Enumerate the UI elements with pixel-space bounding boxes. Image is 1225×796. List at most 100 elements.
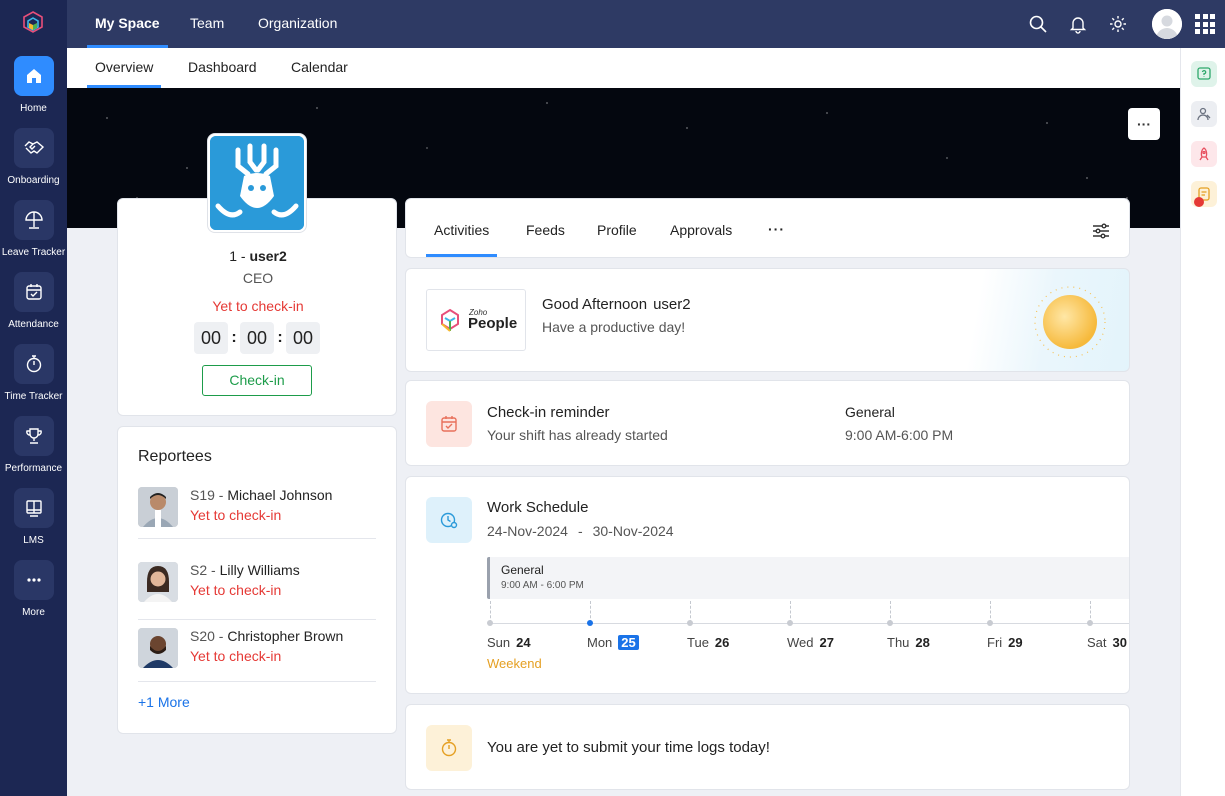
deer-logo-image: [210, 136, 304, 230]
greeting-subtitle: Have a productive day!: [542, 319, 686, 335]
sidebar-item-time-tracker[interactable]: Time Tracker: [0, 344, 67, 414]
help-icon[interactable]: [1191, 61, 1217, 87]
search-icon[interactable]: [1028, 14, 1048, 34]
profile-photo[interactable]: [207, 133, 307, 233]
profile-name: 1 - user2: [118, 248, 398, 264]
reportees-title: Reportees: [138, 448, 212, 465]
sub-navigation: Overview Dashboard Calendar: [67, 48, 1180, 88]
day-mon[interactable]: Mon 25: [587, 635, 639, 650]
tab-approvals[interactable]: Approvals: [670, 199, 732, 257]
tab-dashboard[interactable]: Dashboard: [188, 48, 257, 88]
app-grid-icon[interactable]: [1195, 14, 1215, 34]
contacts-icon[interactable]: [1191, 101, 1217, 127]
reportee-row[interactable]: S19 - Michael Johnson Yet to check-in: [138, 487, 376, 539]
day-tue[interactable]: Tue 26: [687, 635, 729, 650]
timeline-dot: [1087, 620, 1093, 626]
sidebar-item-label: Performance: [4, 463, 63, 474]
sidebar-item-label: Attendance: [8, 319, 59, 330]
weekend-label: Weekend: [487, 656, 542, 671]
gear-icon[interactable]: [1108, 14, 1128, 34]
sidebar-item-label: Onboarding: [7, 175, 60, 186]
tab-activities[interactable]: Activities: [426, 199, 498, 257]
reportee-avatar: [138, 562, 178, 602]
more-icon: [13, 560, 54, 600]
day-fri[interactable]: Fri 29: [987, 635, 1023, 650]
sun-icon: [1034, 286, 1106, 358]
day-sun[interactable]: Sun 24: [487, 635, 531, 650]
tab-my-space[interactable]: My Space: [87, 0, 168, 48]
day-thu[interactable]: Thu 28: [887, 635, 930, 650]
tab-organization[interactable]: Organization: [258, 0, 337, 48]
timelog-message: You are yet to submit your time logs tod…: [487, 739, 770, 756]
timeline-dot-today: [587, 620, 593, 626]
timeline-dot: [487, 620, 493, 626]
top-header: My Space Team Organization: [67, 0, 1225, 48]
sidebar-item-onboarding[interactable]: Onboarding: [0, 128, 67, 198]
shift-bar[interactable]: General 9:00 AM - 6:00 PM: [487, 557, 1129, 599]
sidebar-item-performance[interactable]: Performance: [0, 416, 67, 486]
reportee-status: Yet to check-in: [190, 507, 282, 523]
checkin-button[interactable]: Check-in: [202, 365, 312, 396]
banner-more-button[interactable]: ···: [1128, 108, 1160, 140]
schedule-date-range: 24-Nov-2024-30-Nov-2024: [487, 523, 674, 539]
zoho-people-logo: Zoho People: [426, 289, 526, 351]
timer-seconds: 00: [286, 322, 320, 354]
umbrella-icon: [13, 200, 54, 240]
zoho-people-logo[interactable]: [20, 10, 46, 36]
tab-team[interactable]: Team: [190, 0, 224, 48]
day-wed[interactable]: Wed 27: [787, 635, 834, 650]
tab-overview[interactable]: Overview: [87, 48, 162, 88]
checkin-status: Yet to check-in: [212, 298, 304, 314]
schedule-title: Work Schedule: [487, 499, 589, 516]
shift-time: 9:00 AM-6:00 PM: [845, 427, 954, 443]
filter-settings-icon[interactable]: [1091, 221, 1111, 241]
checkin-reminder-card: Check-in reminder Your shift has already…: [405, 380, 1130, 466]
more-reportees-link[interactable]: +1 More: [138, 694, 190, 710]
bell-icon[interactable]: [1068, 14, 1088, 34]
more-tabs-button[interactable]: ···: [768, 221, 785, 237]
timeline-dot: [987, 620, 993, 626]
timelog-card: You are yet to submit your time logs tod…: [405, 704, 1130, 790]
reportee-name: S20 - Christopher Brown: [190, 628, 344, 644]
avatar[interactable]: [1152, 9, 1182, 39]
reportee-avatar: [138, 487, 178, 527]
reminder-subtitle: Your shift has already started: [487, 427, 668, 443]
sidebar-item-attendance[interactable]: Attendance: [0, 272, 67, 342]
rocket-icon[interactable]: [1191, 141, 1217, 167]
handshake-icon: [13, 128, 54, 168]
checkin-timer: 00 : 00 : 00: [194, 322, 320, 354]
content-tabs-card: Activities Feeds Profile Approvals ···: [405, 198, 1130, 258]
timeline-dot: [687, 620, 693, 626]
timer-separator: :: [277, 329, 283, 346]
reportee-avatar: [138, 628, 178, 668]
profile-title: CEO: [242, 270, 274, 286]
sidebar-item-label: Leave Tracker: [1, 247, 66, 258]
tab-feeds[interactable]: Feeds: [526, 199, 565, 257]
profile-username[interactable]: user2: [249, 248, 286, 264]
tab-profile[interactable]: Profile: [597, 199, 637, 257]
reportee-row[interactable]: S20 - Christopher Brown Yet to check-in: [138, 628, 376, 682]
reportee-row[interactable]: S2 - Lilly Williams Yet to check-in: [138, 562, 376, 620]
sidebar-item-label: Time Tracker: [4, 391, 63, 402]
sidebar-item-more[interactable]: More: [0, 560, 67, 630]
timeline-dot: [787, 620, 793, 626]
profile-id: 1 -: [229, 248, 246, 264]
stopwatch-icon: [13, 344, 54, 384]
sidebar-item-home[interactable]: Home: [0, 56, 67, 126]
sidebar-item-label: More: [22, 607, 45, 618]
sidebar-item-leave-tracker[interactable]: Leave Tracker: [0, 200, 67, 270]
schedule-timeline: [490, 623, 1129, 624]
notification-dot: [1194, 197, 1204, 207]
sidebar-item-label: LMS: [23, 535, 44, 546]
stopwatch-icon: [426, 725, 472, 771]
tab-calendar[interactable]: Calendar: [291, 48, 348, 88]
day-sat[interactable]: Sat 30: [1087, 635, 1127, 650]
shift-bar-name: General: [501, 563, 544, 577]
sidebar-item-lms[interactable]: LMS: [0, 488, 67, 558]
timeline-dot: [887, 620, 893, 626]
trophy-icon: [13, 416, 54, 456]
reportee-status: Yet to check-in: [190, 648, 282, 664]
shift-name: General: [845, 404, 895, 420]
work-schedule-card: Work Schedule 24-Nov-2024-30-Nov-2024 Ge…: [405, 476, 1130, 694]
book-icon: [13, 488, 54, 528]
